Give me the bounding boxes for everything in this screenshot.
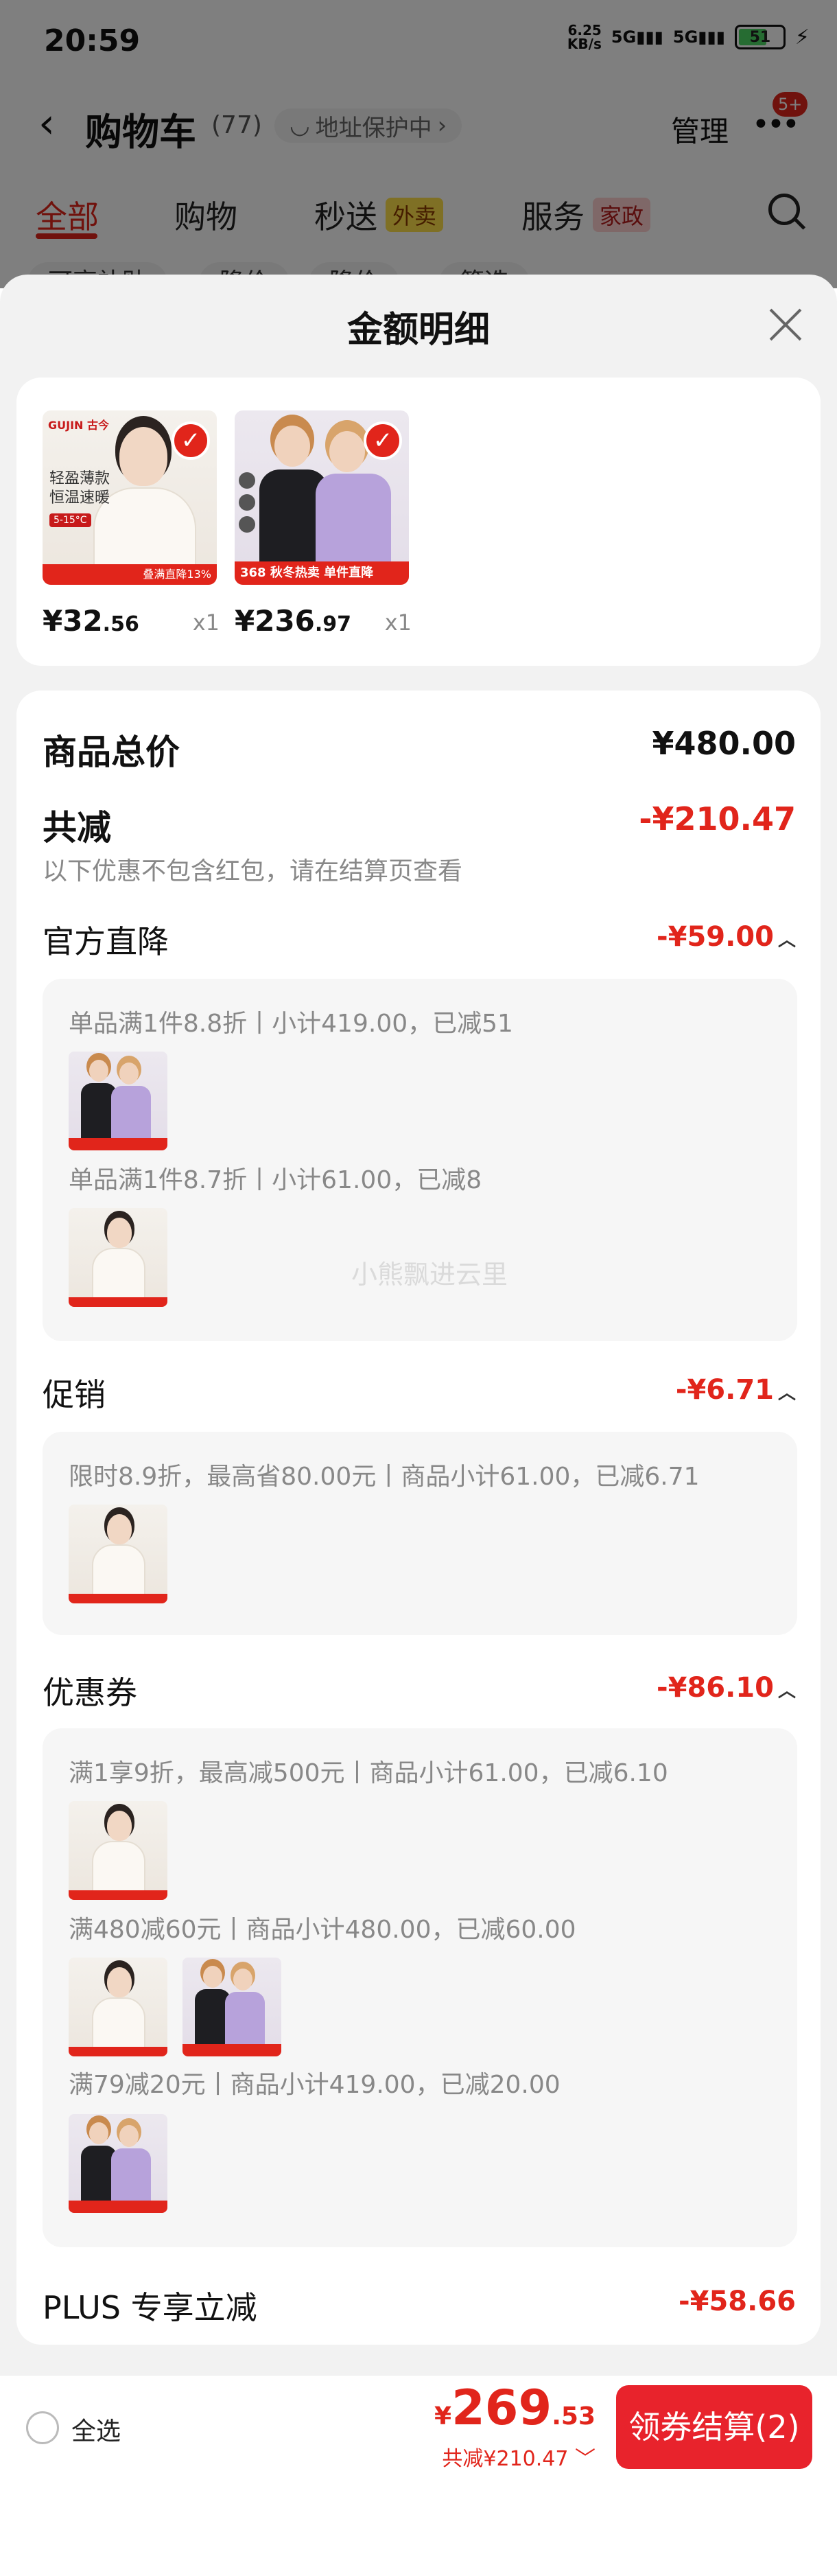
product-item[interactable]: GUJIN 古今 轻盈薄款 恒温速暖 5-15°C 叠满直降13% ✓ ¥32.… [43,410,220,638]
product-thumbnail [69,2114,167,2213]
home-indicator-area [0,2478,837,2576]
plus-value: -¥58.66 [679,2286,796,2317]
product-thumbnail [69,1208,167,1307]
rule-text: 单品满1件8.8折丨小计419.00，已减51 [69,1010,513,1038]
product-quantity: x1 [192,610,220,636]
product-image: GUJIN 古今 轻盈薄款 恒温速暖 5-15°C 叠满直降13% ✓ [43,410,217,585]
close-icon[interactable] [768,308,803,342]
total-price: ¥269.53 [434,2380,596,2436]
reduce-value: -¥210.47 [639,800,796,837]
promotion-box: 限时8.9折，最高省80.00元丨商品小计61.00，已减6.71 [43,1432,797,1635]
coupon-box: 满1享9折，最高减500元丨商品小计61.00，已减6.10 满480减60元丨… [43,1728,797,2247]
total-label: 商品总价 [43,732,180,772]
product-card: GUJIN 古今 轻盈薄款 恒温速暖 5-15°C 叠满直降13% ✓ ¥32.… [16,378,821,666]
official-discount-label: 官方直降 [43,923,169,960]
product-thumbnail [69,1505,167,1603]
promotion-label: 促销 [43,1376,106,1413]
rule-text: 满1享9折，最高减500元丨商品小计61.00，已减6.10 [69,1759,668,1787]
reduce-note: 以下优惠不包含红包，请在结算页查看 [43,857,463,885]
reduce-label: 共减 [43,808,111,848]
check-icon: ✓ [172,421,210,460]
plus-label: PLUS 专享立减 [43,2289,257,2326]
official-discount-box: 单品满1件8.8折丨小计419.00，已减51 单品满1件8.7折丨小计61.0… [43,979,797,1341]
checkout-bar: 全选 ¥269.53 共减¥210.47 ﹀ 领券结算(2) [0,2375,837,2478]
select-all-label[interactable]: 全选 [71,2411,121,2447]
product-thumbnail [182,1958,281,2056]
chevron-down-icon: ﹀ [575,2447,596,2471]
sheet-title: 金额明细 [346,310,490,351]
product-image: 368 秋冬热卖 单件直降 ✓ [235,410,409,585]
rule-text: 满480减60元丨商品小计480.00，已减60.00 [69,1916,576,1944]
product-thumbnail [69,1052,167,1150]
chevron-up-icon: ︿ [777,930,796,951]
total-value: ¥480.00 [652,725,796,762]
rule-text: 单品满1件8.7折丨小计61.00，已减8 [69,1166,482,1194]
select-all-radio[interactable] [26,2411,59,2444]
total-discount[interactable]: 共减¥210.47 ﹀ [442,2441,596,2472]
check-icon: ✓ [364,421,402,460]
watermark: 小熊飘进云里 [351,1260,508,1290]
rule-text: 限时8.9折，最高省80.00元丨商品小计61.00，已减6.71 [69,1463,700,1491]
product-price: ¥236.97 [235,604,352,638]
promotion-value[interactable]: -¥6.71 ︿ [676,1374,796,1406]
coupon-label: 优惠券 [43,1674,137,1711]
checkout-button[interactable]: 领券结算(2) [616,2385,812,2469]
product-price: ¥32.56 [43,604,139,638]
price-detail-card: 商品总价 ¥480.00 共减 -¥210.47 以下优惠不包含红包，请在结算页… [16,691,821,2345]
overlay-dim[interactable] [0,0,837,288]
product-item[interactable]: 368 秋冬热卖 单件直降 ✓ ¥236.97 x1 [235,410,412,638]
product-quantity: x1 [384,610,412,636]
official-discount-value[interactable]: -¥59.00 ︿ [657,921,796,953]
rule-text: 满79减20元丨商品小计419.00，已减20.00 [69,2071,561,2099]
product-thumbnail [69,1801,167,1900]
amount-detail-sheet: 金额明细 GUJIN 古今 轻盈薄款 恒温速暖 5-15°C 叠满直降13% ✓… [0,275,837,2375]
coupon-value[interactable]: -¥86.10 ︿ [657,1672,796,1704]
product-thumbnail [69,1958,167,2056]
chevron-up-icon: ︿ [777,1681,796,1702]
chevron-up-icon: ︿ [777,1383,796,1404]
